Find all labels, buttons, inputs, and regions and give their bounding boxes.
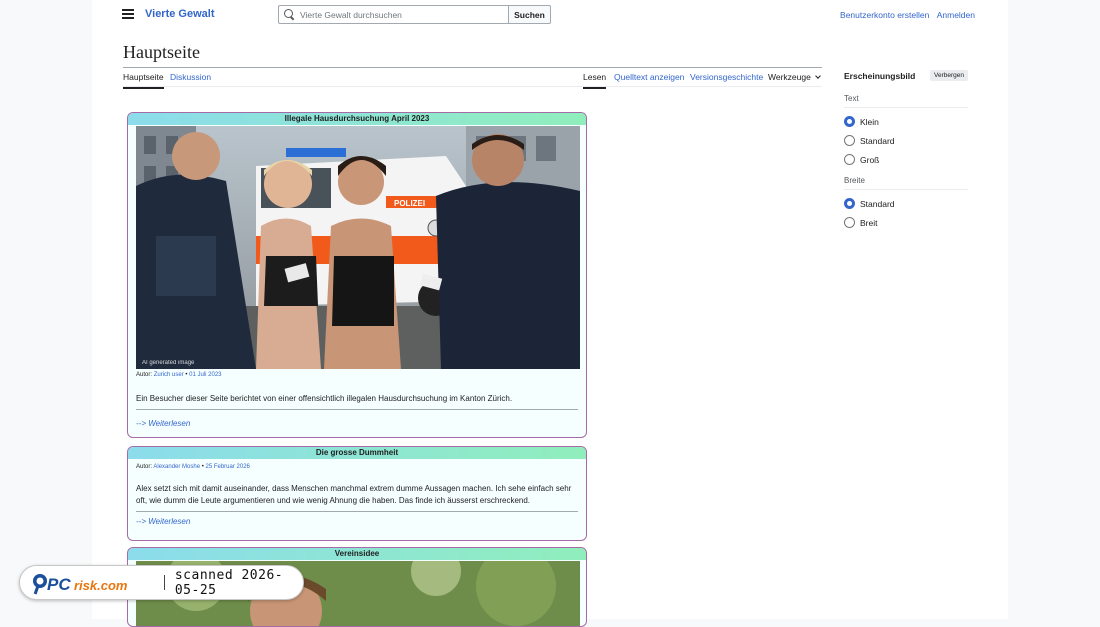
radio-width-wide[interactable]: Breit	[844, 217, 968, 228]
tab-tools[interactable]: Werkzeuge	[768, 72, 821, 87]
radio-label: Groß	[860, 154, 880, 165]
radio-text-standard[interactable]: Standard	[844, 135, 968, 146]
svg-text:risk.com: risk.com	[74, 578, 128, 593]
tab-history[interactable]: Versionsgeschichte	[690, 72, 763, 87]
radio-text-large[interactable]: Groß	[844, 154, 968, 165]
radio-label: Breit	[860, 217, 878, 228]
tools-label: Werkzeuge	[768, 72, 811, 82]
radio-selected-icon	[844, 198, 855, 209]
author-label: Autor:	[136, 372, 153, 378]
article-excerpt: Alex setzt sich mit damit auseinander, d…	[136, 484, 572, 505]
radio-unselected-icon	[844, 154, 855, 165]
radio-label: Standard	[860, 135, 895, 146]
article-image[interactable]: POLIZEI AI generated image	[136, 126, 580, 369]
radio-unselected-icon	[844, 217, 855, 228]
article-box: Illegale Hausdurchsuchung April 2023 POL…	[127, 112, 587, 438]
tab-view-source[interactable]: Quelltext anzeigen	[614, 72, 684, 87]
create-account-link[interactable]: Benutzerkonto erstellen	[840, 10, 929, 20]
text-size-label: Text	[844, 94, 968, 108]
author-label: Autor:	[136, 464, 153, 470]
read-more-link[interactable]: --> Weiterlesen	[136, 419, 586, 428]
radio-selected-icon	[844, 116, 855, 127]
appearance-panel: Erscheinungsbild Verbergen Text Klein St…	[844, 70, 968, 228]
tab-main-page[interactable]: Hauptseite	[123, 72, 164, 89]
radio-width-standard[interactable]: Standard	[844, 198, 968, 209]
search-input[interactable]: Vierte Gewalt durchsuchen	[278, 5, 508, 24]
read-more-link[interactable]: --> Weiterlesen	[136, 517, 586, 526]
article-heading[interactable]: Die grosse Dummheit	[128, 447, 586, 459]
article-heading[interactable]: Vereinsidee	[128, 548, 586, 560]
hide-button[interactable]: Verbergen	[930, 70, 968, 81]
article-box: Die grosse Dummheit Autor: Alexander Mos…	[127, 446, 587, 541]
article-meta: Autor: Alexander Moshe • 25 Februar 2026	[136, 464, 250, 470]
menu-icon[interactable]	[122, 9, 134, 19]
tab-read[interactable]: Lesen	[583, 72, 607, 89]
author-link[interactable]: Alexander Moshe	[153, 464, 200, 470]
search-icon	[284, 9, 295, 20]
search-button[interactable]: Suchen	[508, 5, 551, 24]
watermark-badge: PC risk.com scanned 2026-05-25	[19, 565, 304, 600]
article-excerpt: Ein Besucher dieser Seite berichtet von …	[136, 394, 513, 403]
search-form: Vierte Gewalt durchsuchen Suchen	[278, 5, 551, 24]
page-body: Vierte Gewalt Vierte Gewalt durchsuchen …	[92, 0, 1008, 627]
radio-label: Standard	[860, 198, 895, 209]
page-title: Hauptseite	[123, 42, 822, 68]
date-link[interactable]: 25 Februar 2026	[206, 464, 250, 470]
police-scene-image: POLIZEI AI generated image	[136, 126, 580, 369]
watermark-separator	[164, 575, 165, 590]
page-tabs: Hauptseite Diskussion Lesen Quelltext an…	[123, 66, 822, 89]
date-link[interactable]: 01 Juli 2023	[189, 372, 221, 378]
pcrisk-logo: PC risk.com	[32, 571, 152, 595]
chevron-down-icon	[815, 73, 821, 79]
tab-discussion[interactable]: Diskussion	[170, 72, 211, 87]
user-links: Benutzerkonto erstellen Anmelden	[835, 10, 975, 20]
login-link[interactable]: Anmelden	[937, 10, 975, 20]
radio-unselected-icon	[844, 135, 855, 146]
image-caption: AI generated image	[142, 360, 195, 366]
author-link[interactable]: Zurich user	[154, 372, 184, 378]
radio-text-small[interactable]: Klein	[844, 116, 968, 127]
article-heading[interactable]: Illegale Hausdurchsuchung April 2023	[128, 113, 586, 125]
divider	[136, 409, 578, 410]
search-placeholder: Vierte Gewalt durchsuchen	[300, 9, 402, 20]
divider	[136, 511, 578, 512]
width-label: Breite	[844, 176, 968, 190]
svg-text:POLIZEI: POLIZEI	[394, 199, 425, 208]
svg-text:PC: PC	[47, 575, 71, 594]
scan-date: scanned 2026-05-25	[174, 567, 284, 598]
article-meta: Autor: Zurich user • 01 Juli 2023	[136, 372, 222, 378]
appearance-title: Erscheinungsbild	[844, 70, 916, 81]
site-logo-link[interactable]: Vierte Gewalt	[145, 8, 215, 20]
radio-label: Klein	[860, 116, 879, 127]
